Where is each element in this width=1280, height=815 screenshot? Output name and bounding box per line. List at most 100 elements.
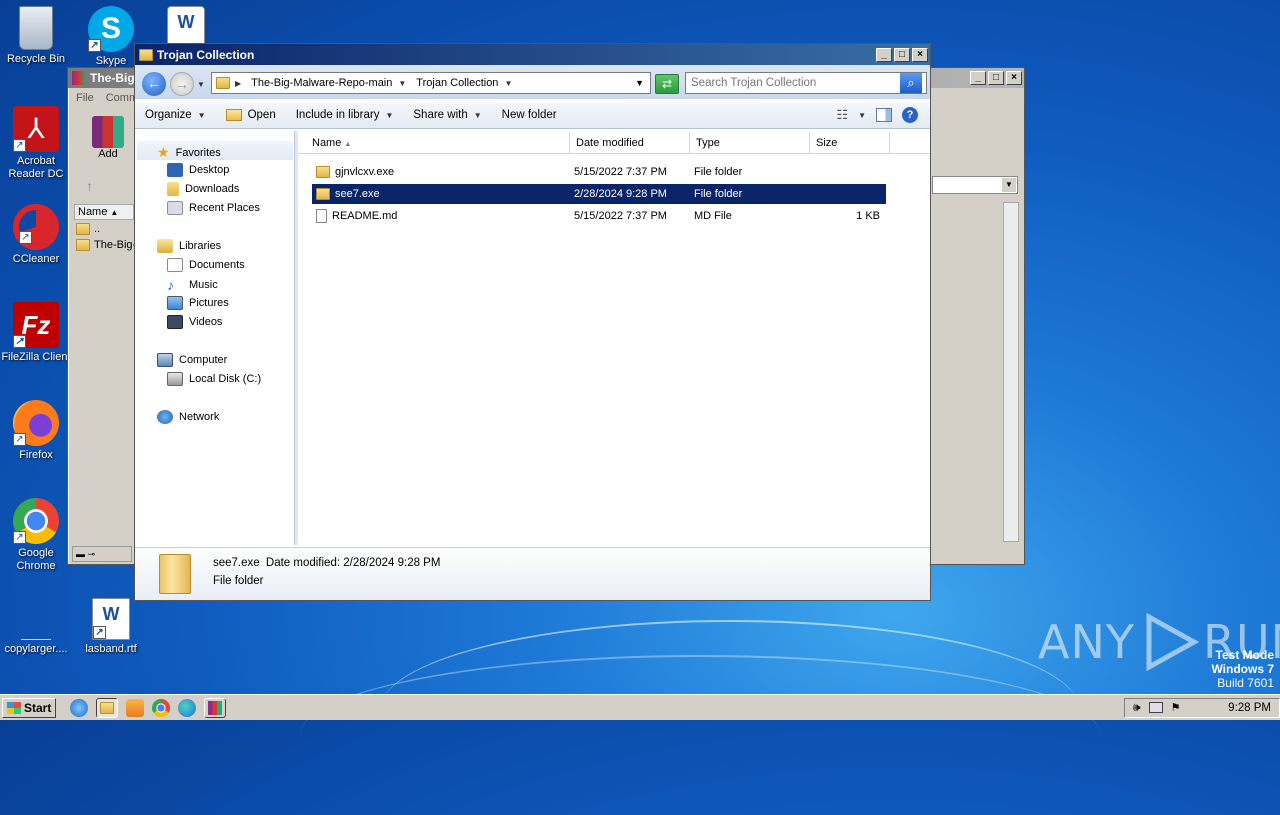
explorer-taskbar-button[interactable] [96,697,119,718]
chrome-icon: ↗ [13,498,59,544]
minimize-button[interactable]: _ [876,47,892,62]
nav-local-disk[interactable]: Local Disk (C:) [167,372,261,386]
navigation-pane[interactable]: ★ Favorites Desktop Downloads Recent Plac… [137,131,295,545]
file-row[interactable]: gjnvlcxv.exe 5/15/2022 7:37 PM File fold… [312,162,886,182]
nav-downloads[interactable]: Downloads [167,182,239,196]
chevron-down-icon[interactable]: ▼ [504,79,512,88]
computer-icon [157,353,173,367]
close-button[interactable]: × [1006,71,1022,85]
recent-places-icon [167,201,183,215]
clock[interactable]: 9:28 PM [1228,702,1271,714]
forward-button[interactable]: → [170,72,194,96]
nav-pictures[interactable]: Pictures [167,296,229,310]
column-date-modified[interactable]: Date modified [570,132,690,153]
back-button[interactable]: ← [142,72,166,96]
share-with-button[interactable]: Share with ▼ [403,109,491,121]
bg-list-row[interactable]: .. [76,223,100,235]
explorer-window[interactable]: Trojan Collection _ □ × ← → ▼ ▶ The-Big-… [134,43,931,601]
nav-computer[interactable]: Computer [157,353,227,367]
breadcrumb-item[interactable]: Trojan Collection ▼ [411,77,517,89]
network-tray-icon[interactable] [1148,702,1163,713]
nav-favorites[interactable]: ★ Favorites [157,144,221,161]
refresh-button[interactable]: ⇄ [655,74,679,94]
winrar-taskbar-button[interactable] [204,697,227,718]
edge-icon[interactable] [178,698,197,717]
file-row[interactable]: README.md 5/15/2022 7:37 PM MD File 1 KB [312,206,886,226]
desktop-icon-copylarger[interactable]: copylarger.... [0,600,72,656]
bg-path-field[interactable]: ▼ [932,176,1018,194]
desktop-icon [167,163,183,177]
add-button[interactable]: Add [90,116,126,160]
nav-documents[interactable]: Documents [167,258,245,272]
start-button[interactable]: Start [2,697,57,718]
search-box[interactable]: ⌕ [685,72,927,94]
address-history-dropdown[interactable]: ▼ [635,78,650,88]
bg-statusbar: ▬ ⊸ [72,546,132,562]
shortcut-arrow-icon: ↗ [13,433,26,446]
ccleaner-icon: ↗ [13,204,59,250]
include-in-library-button[interactable]: Include in library ▼ [286,109,404,121]
large-folder-icon [159,554,191,594]
nav-desktop[interactable]: Desktop [167,163,229,177]
desktop-icon-lasband[interactable]: W ↗ lasband.rtf [75,598,147,656]
file-list[interactable]: Name ▲ Date modified Type Size gjnvlcxv.… [298,131,930,545]
chrome-taskbar-icon[interactable] [152,698,171,717]
search-input[interactable] [686,76,900,90]
minimize-button[interactable]: _ [970,71,986,85]
chevron-right-icon[interactable]: ▶ [235,79,241,88]
recent-pages-dropdown[interactable]: ▼ [197,80,205,89]
desktop-icon-acrobat[interactable]: ⅄ ↗ Acrobat Reader DC [0,106,72,181]
address-bar[interactable]: ▶ The-Big-Malware-Repo-main ▼ Trojan Coll… [211,72,651,94]
explorer-titlebar[interactable]: Trojan Collection _ □ × [135,44,930,65]
wallpaper-wave [300,655,1100,815]
nav-network[interactable]: Network [157,410,219,424]
search-icon[interactable]: ⌕ [900,73,922,93]
maximize-button[interactable]: □ [988,71,1004,85]
up-arrow-icon[interactable]: ↑ [86,178,93,194]
desktop-icon-chrome[interactable]: ↗ Google Chrome [0,498,72,573]
open-button[interactable]: Open [216,109,286,121]
preview-pane-icon[interactable] [876,108,892,122]
folder-icon [316,188,330,200]
column-name[interactable]: Name ▲ [298,132,570,153]
nav-recent-places[interactable]: Recent Places [167,201,260,215]
media-player-icon[interactable] [126,698,145,717]
breadcrumb-item[interactable]: The-Big-Malware-Repo-main ▼ [246,77,411,89]
bg-name-header[interactable]: Name ▲ [74,204,134,220]
maximize-button[interactable]: □ [894,47,910,62]
column-size[interactable]: Size [810,132,890,153]
volume-icon[interactable]: 🕪 [1133,700,1141,715]
chevron-down-icon[interactable]: ▼ [858,111,866,120]
help-icon[interactable]: ? [902,107,918,123]
desktop-icon-firefox[interactable]: ↗ Firefox [0,400,72,462]
window-title: Trojan Collection [157,47,255,62]
shortcut-arrow-icon: ↗ [13,531,26,544]
chevron-down-icon[interactable]: ▼ [398,79,406,88]
internet-explorer-icon[interactable] [70,698,89,717]
action-center-flag-icon[interactable]: ⚑ [1171,701,1181,714]
close-button[interactable]: × [912,47,928,62]
desktop-icon-ccleaner[interactable]: ↗ CCleaner [0,204,72,266]
folder-icon [139,48,153,61]
folder-icon [76,239,90,251]
dropdown-arrow-icon[interactable]: ▼ [1002,178,1016,192]
nav-libraries[interactable]: Libraries [157,239,221,253]
organize-button[interactable]: Organize ▼ [135,109,216,121]
folder-icon [316,166,330,178]
libraries-icon [157,239,173,253]
desktop-icon-recycle-bin[interactable]: Recycle Bin [0,6,72,66]
windows-logo-icon [7,701,21,714]
change-view-button[interactable]: ☷ ▼ ? [836,107,930,123]
file-row-selected[interactable]: see7.exe 2/28/2024 9:28 PM File folder [312,184,886,204]
winrar-icon [208,700,223,715]
menu-file[interactable]: File [76,92,94,104]
taskbar: Start 🕪 ⚑ 9:28 PM [0,694,1280,720]
shortcut-arrow-icon: ↗ [88,39,101,52]
nav-videos[interactable]: Videos [167,315,222,329]
nav-music[interactable]: ♪ Music [167,277,218,293]
bg-scrollbar[interactable] [1003,202,1019,542]
new-folder-button[interactable]: New folder [492,109,567,121]
desktop-icon-filezilla[interactable]: Fz ↗ FileZilla Client [0,302,72,364]
bg-list-row[interactable]: The-Big- [76,239,136,251]
column-type[interactable]: Type [690,132,810,153]
